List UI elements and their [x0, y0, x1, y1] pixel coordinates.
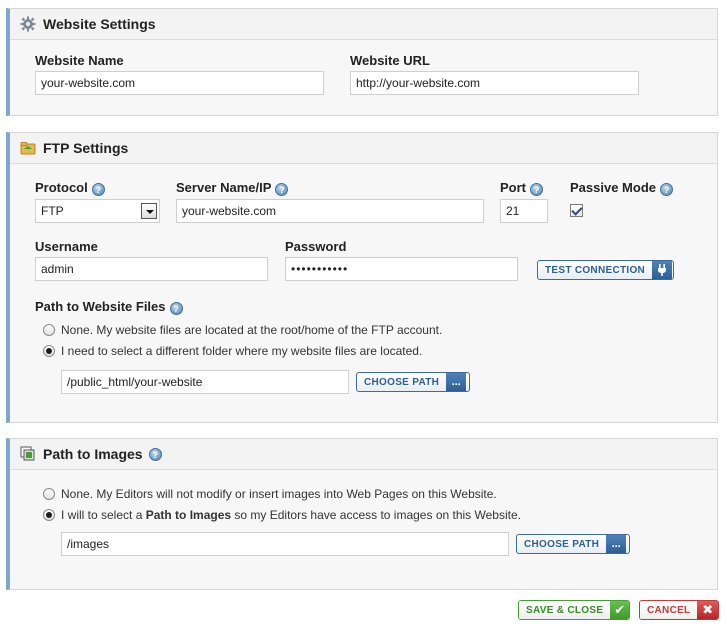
- radio-images-bold: Path to Images: [145, 508, 232, 522]
- radio-no-images-label: None. My Editors will not modify or inse…: [61, 487, 497, 501]
- help-icon[interactable]: ?: [169, 302, 183, 315]
- close-icon: ✖: [697, 601, 718, 619]
- save-close-label: SAVE & CLOSE: [519, 601, 611, 619]
- website-url-label: Website URL: [350, 53, 430, 68]
- ftp-settings-header: FTP Settings: [10, 133, 717, 164]
- passive-mode-label: Passive Mode?: [570, 180, 673, 196]
- cancel-button[interactable]: CANCEL ✖: [639, 600, 719, 620]
- radio-root[interactable]: [43, 324, 55, 336]
- radio-no-images[interactable]: [43, 488, 55, 500]
- radio-folder-label: I need to select a different folder wher…: [61, 344, 423, 358]
- protocol-label-text: Protocol: [35, 180, 88, 195]
- password-input[interactable]: •••••••••••: [285, 257, 518, 281]
- radio-images-prefix: I will to select a: [61, 508, 146, 522]
- panel-title: FTP Settings: [43, 140, 129, 156]
- ftp-folder-icon: [20, 140, 36, 156]
- server-input[interactable]: your-website.com: [176, 199, 484, 223]
- checkmark-icon: ✔: [610, 601, 629, 619]
- plug-icon: [652, 261, 673, 279]
- panel-title: Path to Images: [43, 446, 143, 462]
- path-files-label-text: Path to Website Files: [35, 299, 166, 314]
- ftp-settings-panel: FTP Settings Protocol? FTP Server Name/I…: [6, 132, 718, 423]
- password-label: Password: [285, 239, 347, 254]
- panel-title: Website Settings: [43, 16, 156, 32]
- website-path-input[interactable]: /public_html/your-website: [61, 370, 349, 394]
- port-input[interactable]: 21: [500, 199, 548, 223]
- choose-path-label: CHOOSE PATH: [364, 376, 440, 388]
- radio-images-suffix: so my Editors have access to images on t…: [231, 508, 521, 522]
- cancel-label: CANCEL: [640, 601, 698, 619]
- radio-images-path-label: I will to select a Path to Images so my …: [61, 508, 521, 522]
- ellipsis-icon: ...: [606, 535, 627, 553]
- help-icon[interactable]: ?: [530, 183, 543, 196]
- username-input[interactable]: admin: [35, 257, 268, 281]
- port-label: Port?: [500, 180, 543, 196]
- protocol-select[interactable]: FTP: [35, 199, 160, 223]
- ellipsis-icon: ...: [446, 373, 467, 391]
- help-icon[interactable]: ?: [91, 183, 105, 196]
- website-url-input[interactable]: http://your-website.com: [350, 71, 639, 95]
- choose-images-path-button[interactable]: CHOOSE PATH ...: [516, 534, 630, 554]
- server-label: Server Name/IP?: [176, 180, 289, 196]
- gear-icon: [20, 16, 36, 32]
- path-files-label: Path to Website Files?: [35, 299, 183, 315]
- images-header: Path to Images?: [10, 439, 717, 470]
- help-icon[interactable]: ?: [148, 447, 162, 461]
- help-icon[interactable]: ?: [660, 183, 673, 196]
- server-label-text: Server Name/IP: [176, 180, 272, 195]
- images-path-input[interactable]: /images: [61, 532, 509, 556]
- choose-path-label: CHOOSE PATH: [524, 538, 600, 550]
- website-name-label: Website Name: [35, 53, 124, 68]
- radio-root-label: None. My website files are located at th…: [61, 323, 443, 337]
- protocol-label: Protocol?: [35, 180, 105, 196]
- test-connection-label: TEST CONNECTION: [545, 264, 646, 276]
- port-label-text: Port: [500, 180, 526, 195]
- test-connection-button[interactable]: TEST CONNECTION: [537, 260, 674, 280]
- choose-path-button[interactable]: CHOOSE PATH ...: [356, 372, 470, 392]
- website-settings-panel: Website Settings Website Name your-websi…: [6, 8, 718, 116]
- radio-folder[interactable]: [43, 345, 55, 357]
- passive-mode-label-text: Passive Mode: [570, 180, 656, 195]
- username-label: Username: [35, 239, 98, 254]
- protocol-value: FTP: [41, 204, 64, 218]
- images-panel: Path to Images? None. My Editors will no…: [6, 438, 718, 590]
- images-icon: [20, 446, 36, 462]
- save-close-button[interactable]: SAVE & CLOSE ✔: [518, 600, 630, 620]
- website-name-input[interactable]: your-website.com: [35, 71, 324, 95]
- passive-mode-checkbox[interactable]: [570, 204, 583, 217]
- help-icon[interactable]: ?: [275, 183, 289, 196]
- chevron-down-icon[interactable]: [141, 203, 157, 219]
- website-settings-header: Website Settings: [10, 9, 717, 40]
- radio-images-path[interactable]: [43, 509, 55, 521]
